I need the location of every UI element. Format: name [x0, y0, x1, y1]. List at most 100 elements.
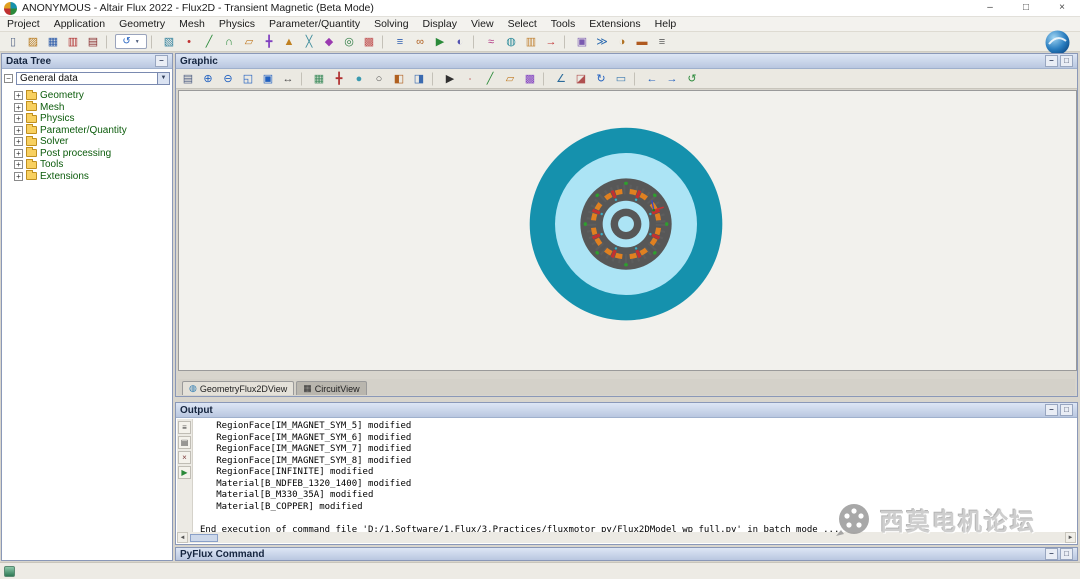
- shaft-region[interactable]: [618, 216, 634, 232]
- expand-icon[interactable]: [14, 137, 23, 146]
- menu-item[interactable]: Select: [501, 18, 544, 30]
- select-arrow-icon[interactable]: ▶: [441, 70, 459, 87]
- command-file-icon[interactable]: ▧: [160, 33, 178, 50]
- menu-item[interactable]: Geometry: [112, 18, 172, 30]
- vectors-icon[interactable]: →: [542, 33, 560, 50]
- panel-restore-icon[interactable]: □: [1060, 548, 1073, 560]
- export-icon[interactable]: ▤: [84, 33, 102, 50]
- expand-icon[interactable]: [14, 91, 23, 100]
- sensor-icon[interactable]: ◍: [502, 33, 520, 50]
- view-plane-icon[interactable]: ▭: [612, 70, 630, 87]
- rotate-view-icon[interactable]: ↻: [592, 70, 610, 87]
- region-icon[interactable]: ▩: [360, 33, 378, 50]
- expand-icon[interactable]: [14, 114, 23, 123]
- menu-item[interactable]: Parameter/Quantity: [262, 18, 367, 30]
- tree-item[interactable]: Parameter/Quantity: [14, 125, 172, 137]
- axes-icon[interactable]: ╋: [330, 70, 348, 87]
- close-button[interactable]: ×: [1044, 0, 1080, 16]
- solve-icon[interactable]: ▶: [431, 33, 449, 50]
- new-project-icon[interactable]: ▯: [4, 33, 22, 50]
- next-view-icon[interactable]: →: [663, 70, 681, 87]
- shaded-view-icon[interactable]: ●: [350, 70, 368, 87]
- mesh-generate-icon[interactable]: ▲: [280, 33, 298, 50]
- select-point-icon[interactable]: ∙: [461, 70, 479, 87]
- expand-icon[interactable]: [14, 126, 23, 135]
- tree-item[interactable]: Extensions: [14, 171, 172, 183]
- menu-item[interactable]: Project: [0, 18, 47, 30]
- select-region-icon[interactable]: ▩: [521, 70, 539, 87]
- import-icon[interactable]: ▥: [64, 33, 82, 50]
- tree-item[interactable]: Geometry: [14, 90, 172, 102]
- transparency-icon[interactable]: ◨: [410, 70, 428, 87]
- expand-icon[interactable]: [14, 103, 23, 112]
- toolbar-item[interactable]: [301, 72, 306, 86]
- tree-item[interactable]: Tools: [14, 159, 172, 171]
- output-copy-icon[interactable]: ▤: [178, 436, 191, 449]
- toolbar-item[interactable]: [382, 35, 387, 49]
- tree-item[interactable]: Mesh: [14, 102, 172, 114]
- panel-minimize-icon[interactable]: –: [155, 55, 168, 67]
- collapse-icon[interactable]: [4, 74, 13, 83]
- pan-icon[interactable]: ↔: [279, 70, 297, 87]
- select-line-icon[interactable]: ╱: [481, 70, 499, 87]
- physics-icon[interactable]: ◆: [320, 33, 338, 50]
- material-icon[interactable]: ◎: [340, 33, 358, 50]
- menu-item[interactable]: Tools: [544, 18, 583, 30]
- toolbar-item[interactable]: [543, 72, 548, 86]
- line-icon[interactable]: ╱: [200, 33, 218, 50]
- expand-icon[interactable]: [14, 172, 23, 181]
- parameter-icon[interactable]: ≡: [391, 33, 409, 50]
- tree-item[interactable]: Solver: [14, 136, 172, 148]
- python-icon[interactable]: ≫: [593, 33, 611, 50]
- print-icon[interactable]: ▤: [179, 70, 197, 87]
- output-horizontal-scrollbar[interactable]: ◄ ►: [177, 532, 1076, 543]
- panel-restore-icon[interactable]: □: [1060, 404, 1073, 416]
- menu-item[interactable]: Display: [416, 18, 464, 30]
- maximize-button[interactable]: □: [1008, 0, 1044, 16]
- measure-icon[interactable]: ∠: [552, 70, 570, 87]
- grid-icon[interactable]: ▦: [310, 70, 328, 87]
- cut-plane-icon[interactable]: ◪: [572, 70, 590, 87]
- menu-item[interactable]: Physics: [212, 18, 262, 30]
- expand-icon[interactable]: [14, 160, 23, 169]
- tree-item[interactable]: Physics: [14, 113, 172, 125]
- menu-item[interactable]: Application: [47, 18, 112, 30]
- toolbar-item[interactable]: [432, 72, 437, 86]
- scenario-icon[interactable]: ◐: [451, 33, 469, 50]
- tree-item[interactable]: Post processing: [14, 148, 172, 160]
- expand-icon[interactable]: [14, 149, 23, 158]
- data-context-select[interactable]: General data ▼: [16, 72, 170, 85]
- toolbar-item[interactable]: [106, 35, 111, 49]
- scrollbar-thumb[interactable]: [190, 534, 218, 542]
- options-icon[interactable]: ≡: [653, 33, 671, 50]
- quantity-icon[interactable]: ∞: [411, 33, 429, 50]
- arc-icon[interactable]: ∩: [220, 33, 238, 50]
- menu-item[interactable]: Mesh: [172, 18, 212, 30]
- toolbar-item[interactable]: [564, 35, 569, 49]
- zoom-in-icon[interactable]: ⊕: [199, 70, 217, 87]
- zoom-out-icon[interactable]: ⊖: [219, 70, 237, 87]
- build-icon[interactable]: ╋: [260, 33, 278, 50]
- previous-view-icon[interactable]: ←: [643, 70, 661, 87]
- graphic-viewport[interactable]: [178, 90, 1077, 371]
- panel-minimize-icon[interactable]: –: [1045, 55, 1058, 67]
- toolbar-item[interactable]: [473, 35, 478, 49]
- report-icon[interactable]: ▬: [633, 33, 651, 50]
- select-face-icon[interactable]: ▱: [501, 70, 519, 87]
- output-autoscroll-icon[interactable]: ▶: [178, 466, 191, 479]
- chevron-down-icon[interactable]: ▼: [157, 73, 169, 84]
- face-icon[interactable]: ▱: [240, 33, 258, 50]
- view-tab[interactable]: ◍ GeometryFlux2DView: [182, 381, 294, 395]
- menu-item[interactable]: Help: [648, 18, 684, 30]
- menu-item[interactable]: Solving: [367, 18, 415, 30]
- face-color-icon[interactable]: ◧: [390, 70, 408, 87]
- scroll-right-icon[interactable]: ►: [1065, 532, 1076, 543]
- scroll-left-icon[interactable]: ◄: [177, 532, 188, 543]
- open-project-icon[interactable]: ▨: [24, 33, 42, 50]
- minimize-button[interactable]: –: [972, 0, 1008, 16]
- zoom-window-icon[interactable]: ◱: [239, 70, 257, 87]
- panel-minimize-icon[interactable]: –: [1045, 548, 1058, 560]
- output-clear-icon[interactable]: ×: [178, 451, 191, 464]
- mesh-delete-icon[interactable]: ╳: [300, 33, 318, 50]
- macro-icon[interactable]: ▣: [573, 33, 591, 50]
